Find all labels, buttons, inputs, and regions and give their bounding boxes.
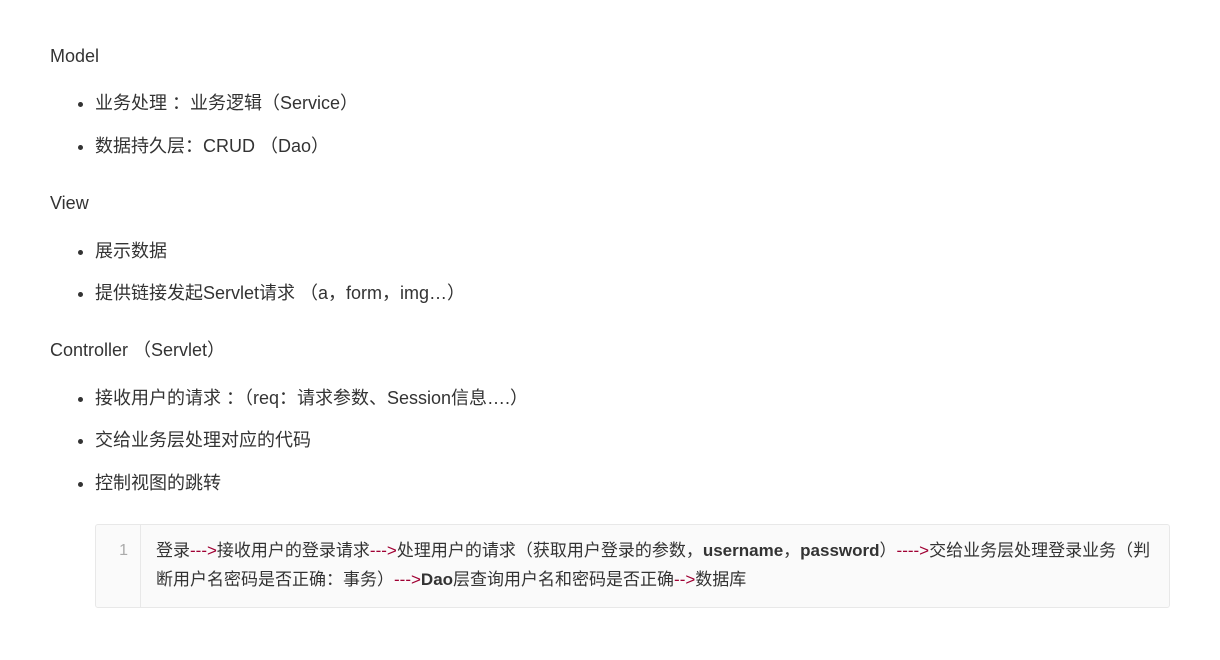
- code-content: 登录--->接收用户的登录请求--->处理用户的请求（获取用户登录的参数，use…: [141, 525, 1169, 607]
- model-heading: Model: [50, 40, 1170, 72]
- list-item: 提供链接发起Servlet请求 （a，form，img…）: [95, 277, 1170, 309]
- code-text: 数据库: [695, 570, 746, 589]
- code-keyword: password: [800, 541, 879, 560]
- code-text: ，: [783, 541, 800, 560]
- code-keyword: username: [703, 541, 783, 560]
- code-text: 接收用户的登录请求: [217, 541, 370, 560]
- list-item: 交给业务层处理对应的代码: [95, 424, 1170, 456]
- view-list: 展示数据 提供链接发起Servlet请求 （a，form，img…）: [50, 235, 1170, 310]
- code-text: 层查询用户名和密码是否正确: [453, 570, 674, 589]
- view-heading: View: [50, 187, 1170, 219]
- code-arrow: --->: [190, 541, 217, 560]
- code-text: 处理用户的请求（获取用户登录的参数，: [397, 541, 703, 560]
- code-text: 登录: [156, 541, 190, 560]
- code-arrow: -->: [674, 570, 695, 589]
- code-arrow: --->: [394, 570, 421, 589]
- code-arrow: ---->: [897, 541, 930, 560]
- controller-list: 接收用户的请求 ：（req：请求参数、Session信息….） 交给业务层处理对…: [50, 382, 1170, 499]
- list-item: 接收用户的请求 ：（req：请求参数、Session信息….）: [95, 382, 1170, 414]
- list-item: 展示数据: [95, 235, 1170, 267]
- line-number: 1: [96, 525, 141, 607]
- code-arrow: --->: [370, 541, 397, 560]
- list-item: 业务处理 ：业务逻辑（Service）: [95, 87, 1170, 119]
- list-item: 控制视图的跳转: [95, 467, 1170, 499]
- list-item: 数据持久层：CRUD （Dao）: [95, 130, 1170, 162]
- code-text: ）: [880, 541, 897, 560]
- controller-heading: Controller （Servlet）: [50, 334, 1170, 366]
- code-block: 1 登录--->接收用户的登录请求--->处理用户的请求（获取用户登录的参数，u…: [95, 524, 1170, 608]
- model-list: 业务处理 ：业务逻辑（Service） 数据持久层：CRUD （Dao）: [50, 87, 1170, 162]
- code-keyword: Dao: [421, 570, 453, 589]
